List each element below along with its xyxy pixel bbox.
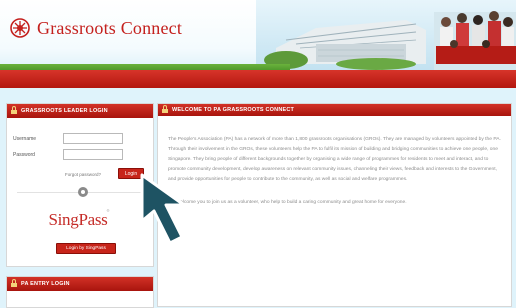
site-header: Grassroots Connect bbox=[0, 0, 516, 88]
pa-entry-panel: PA ENTRY LOGIN bbox=[6, 276, 154, 308]
welcome-panel: WELCOME TO PA GRASSROOTS CONNECT The Peo… bbox=[157, 103, 512, 307]
pa-entry-title: PA ENTRY LOGIN bbox=[21, 281, 70, 287]
username-input[interactable] bbox=[63, 133, 123, 144]
singpass-logo-tag: ® bbox=[106, 209, 110, 213]
site-name: Grassroots Connect bbox=[37, 17, 183, 38]
leader-login-panel: GRASSROOTS LEADER LOGIN Username Passwor… bbox=[6, 103, 154, 267]
gear-icon bbox=[78, 187, 88, 197]
leader-login-title: GRASSROOTS LEADER LOGIN bbox=[21, 108, 108, 114]
pa-entry-title-bar: PA ENTRY LOGIN bbox=[7, 277, 153, 291]
welcome-paragraph-1: The People's Association (PA) has a netw… bbox=[168, 137, 501, 182]
password-label: Password bbox=[13, 151, 35, 158]
forgot-password-link[interactable]: Forgot password? bbox=[65, 172, 101, 177]
header-red-band bbox=[0, 70, 516, 88]
lock-icon bbox=[11, 279, 17, 287]
singpass-logo: ® SingPass bbox=[41, 205, 115, 235]
singpass-login-button[interactable]: Login by SingPass bbox=[56, 243, 116, 254]
leader-login-title-bar: GRASSROOTS LEADER LOGIN bbox=[7, 104, 153, 118]
username-row: Username bbox=[13, 133, 123, 144]
site-logo[interactable]: Grassroots Connect bbox=[10, 17, 182, 39]
welcome-paragraph-2: We welcome you to join us as a volunteer… bbox=[168, 200, 407, 205]
logo-icon bbox=[10, 18, 30, 38]
square-bullet-icon bbox=[162, 105, 168, 113]
password-row: Password bbox=[13, 149, 123, 160]
welcome-title: WELCOME TO PA GRASSROOTS CONNECT bbox=[172, 107, 295, 113]
welcome-title-bar: WELCOME TO PA GRASSROOTS CONNECT bbox=[158, 104, 511, 116]
username-label: Username bbox=[13, 135, 37, 142]
login-button[interactable]: Login bbox=[118, 168, 144, 179]
welcome-body: The People's Association (PA) has a netw… bbox=[158, 116, 511, 208]
lock-icon bbox=[11, 106, 17, 114]
singpass-logo-text: SingPass bbox=[48, 210, 108, 229]
password-input[interactable] bbox=[63, 149, 123, 160]
